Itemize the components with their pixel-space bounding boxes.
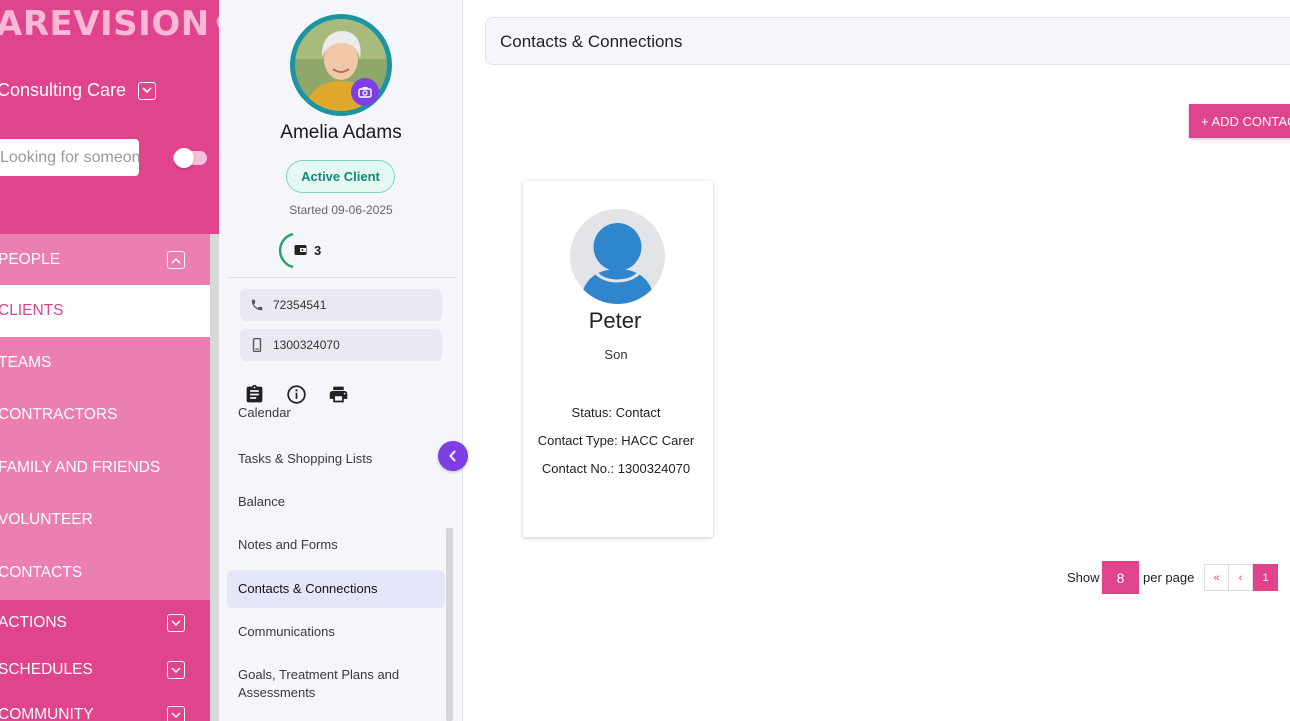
menu-item-contacts-connections[interactable]: Contacts & Connections <box>227 570 445 608</box>
chevron-left-icon <box>449 450 456 462</box>
org-name: Consulting Care <box>0 80 127 100</box>
search-input[interactable] <box>0 139 139 176</box>
app-logo[interactable]: AREVISION <box>0 4 219 44</box>
show-label: Show <box>1067 570 1100 585</box>
client-menu: Calendar Tasks & Shopping Lists Balance … <box>227 406 447 721</box>
contact-card[interactable]: Peter Son Status: Contact Contact Type: … <box>523 181 713 537</box>
change-photo-button[interactable] <box>351 78 379 106</box>
wallet-icon <box>294 245 307 255</box>
menu-item-goals[interactable]: Goals, Treatment Plans and Assessments <box>227 665 417 703</box>
start-date: Started 09-06-2025 <box>289 203 393 217</box>
org-selector[interactable]: Consulting Care <box>0 80 157 101</box>
per-page-label: per page <box>1143 570 1195 585</box>
menu-item-tasks[interactable]: Tasks & Shopping Lists <box>227 444 445 474</box>
prev-page-button[interactable]: ‹ <box>1228 564 1253 591</box>
mobile-number-field[interactable]: 1300324070 <box>240 329 442 361</box>
per-page-select[interactable]: 8 <box>1102 561 1139 594</box>
mobile-phone-icon <box>250 338 264 352</box>
divider <box>227 277 456 278</box>
sidebar-item-clients[interactable]: CLIENTS <box>0 285 210 337</box>
phone-icon <box>250 298 264 312</box>
profile-actions <box>244 384 349 405</box>
logo-text: AREVISION <box>0 4 210 44</box>
contact-relation: Son <box>604 347 628 362</box>
sidebar-toggle[interactable] <box>173 148 207 168</box>
sidebar-item-volunteer[interactable]: VOLUNTEER <box>0 494 210 546</box>
collapse-panel-button[interactable] <box>438 441 468 471</box>
menu-item-balance[interactable]: Balance <box>227 487 445 517</box>
chevron-down-icon[interactable] <box>167 661 185 679</box>
status-badge: Active Client <box>286 160 395 193</box>
contact-number: Contact No.: 1300324070 <box>541 461 691 476</box>
chevron-up-icon[interactable] <box>167 251 185 269</box>
sidebar-item-teams[interactable]: TEAMS <box>0 337 210 389</box>
contact-type: Contact Type: HACC Carer <box>537 433 695 448</box>
page-1-button[interactable]: 1 <box>1253 564 1278 591</box>
sidebar-item-family-and-friends[interactable]: FAMILY AND FRIENDS <box>0 442 210 494</box>
chevron-down-icon[interactable] <box>167 614 185 632</box>
contact-name: Peter <box>588 308 642 333</box>
phone-number-field[interactable]: 72354541 <box>240 289 442 321</box>
sidebar-scrollbar[interactable] <box>210 234 219 721</box>
contact-status: Status: Contact <box>571 405 661 420</box>
sidebar-item-contractors[interactable]: CONTRACTORS <box>0 389 210 441</box>
mobile-number: 1300324070 <box>273 338 340 352</box>
menu-item-calendar[interactable]: Calendar <box>227 406 445 422</box>
sidebar: AREVISION Consulting Care PEOPLE CLIENTS… <box>0 0 219 721</box>
info-icon[interactable] <box>286 384 307 405</box>
first-page-button[interactable]: « <box>1204 564 1229 591</box>
page-header: Contacts & Connections <box>485 17 1290 65</box>
client-name: Amelia Adams <box>280 122 402 143</box>
chevron-down-icon <box>138 81 157 100</box>
client-avatar <box>290 14 392 116</box>
heart-icon <box>216 16 219 29</box>
print-icon[interactable] <box>328 384 349 405</box>
camera-icon <box>358 87 372 98</box>
clipboard-icon[interactable] <box>244 384 265 405</box>
page-title: Contacts & Connections <box>500 32 683 51</box>
wallet-count: 3 <box>314 243 322 258</box>
chevron-down-icon[interactable] <box>167 706 185 721</box>
menu-item-communications[interactable]: Communications <box>227 617 445 647</box>
client-profile-panel: Amelia Adams Active Client Started 09-06… <box>219 0 463 721</box>
contact-avatar <box>570 209 665 304</box>
add-contact-button[interactable]: + ADD CONTACT <box>1189 104 1290 138</box>
phone-number: 72354541 <box>273 298 327 312</box>
user-icon <box>581 223 654 304</box>
menu-item-notes-and-forms[interactable]: Notes and Forms <box>227 530 445 560</box>
sidebar-item-contacts[interactable]: CONTACTS <box>0 547 210 599</box>
